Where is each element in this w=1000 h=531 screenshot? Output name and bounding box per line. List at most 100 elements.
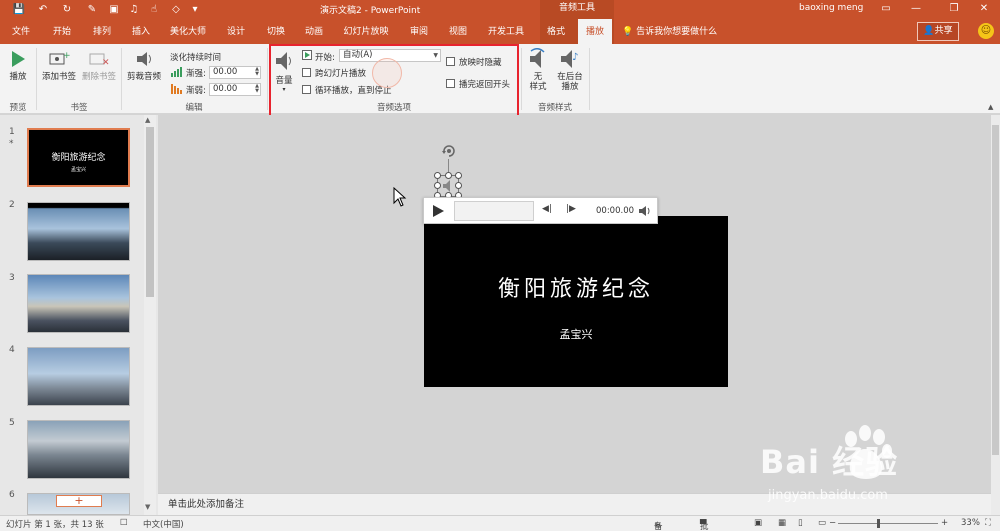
slide-thumbnail-1[interactable]: 衡阳旅游纪念 孟宝兴 bbox=[27, 128, 130, 187]
group-separator bbox=[267, 48, 268, 110]
tab-format[interactable]: 格式 bbox=[541, 19, 571, 44]
scrollbar-thumb[interactable] bbox=[992, 125, 999, 455]
resize-handle[interactable] bbox=[434, 172, 441, 179]
fit-slide-icon[interactable]: ⛶ bbox=[985, 518, 991, 528]
slide-number: 6 bbox=[9, 490, 15, 500]
notes-label: 备注 bbox=[654, 522, 663, 531]
player-play-icon[interactable] bbox=[430, 203, 446, 219]
comments-label: 批注 bbox=[700, 522, 709, 531]
tab-design[interactable]: 设计 bbox=[221, 19, 251, 44]
trim-audio-button[interactable]: 剪裁音频 bbox=[124, 50, 164, 82]
audio-tools-label: 音频工具 bbox=[540, 0, 614, 19]
scroll-down-icon[interactable]: ▼ bbox=[145, 503, 150, 511]
scroll-up-icon[interactable]: ▲ bbox=[145, 116, 150, 124]
reading-view-icon[interactable]: ▯ bbox=[798, 518, 803, 528]
audio-progress-track[interactable] bbox=[454, 201, 534, 221]
shape-icon[interactable]: ◇ bbox=[169, 2, 183, 17]
group-separator bbox=[589, 48, 590, 110]
tab-insert[interactable]: 插入 bbox=[126, 19, 156, 44]
slide-sorter-icon[interactable]: ▦ bbox=[778, 518, 786, 528]
notes-placeholder: 单击此处添加备注 bbox=[168, 499, 245, 510]
fade-out-spinner[interactable]: 00.00 ▲ ▼ bbox=[209, 83, 261, 96]
zoom-in-icon[interactable]: + bbox=[941, 518, 948, 528]
skip-forward-icon[interactable]: |▶ bbox=[566, 204, 576, 214]
zoom-slider[interactable] bbox=[838, 523, 938, 524]
slide-number: 1 bbox=[9, 127, 15, 137]
tab-file[interactable]: 文件 bbox=[6, 19, 36, 44]
slideshow-icon[interactable]: ▣ bbox=[107, 2, 121, 17]
tab-home[interactable]: 开始 bbox=[47, 19, 77, 44]
no-style-icon bbox=[530, 48, 545, 68]
tab-playback[interactable]: 播放 bbox=[578, 19, 612, 44]
slide-subtitle[interactable]: 孟宝兴 bbox=[424, 326, 728, 342]
zoom-slider-knob[interactable] bbox=[877, 519, 880, 528]
title-bar: 💾 ↶ ↻ ✎ ▣ ♫ ☝ ◇ ▾ 演示文稿2 - PowerPoint 音频工… bbox=[0, 0, 1000, 19]
user-name[interactable]: baoxing meng bbox=[799, 3, 863, 13]
feedback-smiley-icon[interactable]: ☺ bbox=[978, 23, 994, 39]
tell-me-text: 告诉我你想要做什么 bbox=[636, 27, 718, 37]
resize-handle[interactable] bbox=[434, 182, 441, 189]
resize-handle[interactable] bbox=[455, 172, 462, 179]
spellcheck-icon[interactable]: ☐ bbox=[120, 518, 128, 528]
spinner-arrows-icon[interactable]: ▲ ▼ bbox=[255, 67, 259, 77]
player-time: 00:00.00 bbox=[596, 206, 635, 216]
edit-area-scrollbar[interactable] bbox=[991, 115, 1000, 515]
tab-view[interactable]: 视图 bbox=[443, 19, 473, 44]
slide-thumbnail-4[interactable] bbox=[27, 347, 130, 406]
slide-thumbnail-5[interactable] bbox=[27, 420, 130, 479]
slideshow-view-icon[interactable]: ▭ bbox=[818, 518, 826, 528]
new-slide-plus-icon[interactable]: + bbox=[56, 495, 102, 507]
tab-beautify[interactable]: 美化大师 bbox=[165, 19, 211, 44]
resize-handle[interactable] bbox=[445, 172, 452, 179]
slide-title[interactable]: 衡阳旅游纪念 bbox=[424, 271, 728, 303]
watermark-brand: Bai 经验 bbox=[760, 443, 899, 481]
format-painter-icon[interactable]: ✎ bbox=[85, 2, 99, 17]
remove-bookmark-button[interactable]: ✕ 删除书签 bbox=[80, 50, 118, 82]
zoom-level[interactable]: 33% bbox=[961, 518, 980, 528]
tab-developer[interactable]: 开发工具 bbox=[483, 19, 529, 44]
normal-view-icon[interactable]: ▣ bbox=[754, 518, 762, 528]
person-icon: 👤 bbox=[923, 26, 935, 36]
current-slide[interactable]: 衡阳旅游纪念 孟宝兴 bbox=[424, 216, 728, 387]
add-bookmark-button[interactable]: + 添加书签 bbox=[40, 50, 78, 82]
share-button[interactable]: 👤共享 bbox=[917, 22, 959, 41]
language-indicator[interactable]: 中文(中国) bbox=[143, 518, 184, 530]
rotate-handle-icon[interactable] bbox=[441, 143, 457, 159]
undo-icon[interactable]: ↶ bbox=[36, 2, 50, 17]
svg-text:+: + bbox=[63, 51, 70, 61]
tab-animations[interactable]: 动画 bbox=[299, 19, 329, 44]
slide-thumbnail-2[interactable] bbox=[27, 202, 130, 261]
ribbon-display-icon[interactable]: ▭ bbox=[872, 1, 900, 18]
restore-icon[interactable]: ❐ bbox=[940, 1, 968, 18]
audio-icon[interactable]: ♫ bbox=[127, 2, 141, 17]
touch-icon[interactable]: ☝ bbox=[147, 2, 161, 17]
collapse-ribbon-icon[interactable]: ▲ bbox=[988, 103, 993, 111]
tab-transitions[interactable]: 切换 bbox=[261, 19, 291, 44]
tab-review[interactable]: 审阅 bbox=[404, 19, 434, 44]
resize-handle[interactable] bbox=[455, 182, 462, 189]
scrollbar-thumb[interactable] bbox=[146, 127, 154, 297]
fade-in-spinner[interactable]: 00.00 ▲ ▼ bbox=[209, 66, 261, 79]
fade-in-value: 00.00 bbox=[213, 67, 238, 77]
play-button[interactable]: 播放 bbox=[5, 50, 31, 82]
skip-back-icon[interactable]: ◀| bbox=[542, 204, 552, 214]
spinner-arrows-icon[interactable]: ▲ ▼ bbox=[255, 84, 259, 94]
close-icon[interactable]: ✕ bbox=[970, 1, 998, 18]
tab-slideshow[interactable]: 幻灯片放映 bbox=[337, 19, 395, 44]
player-volume-icon[interactable] bbox=[638, 205, 652, 217]
minimize-icon[interactable]: — bbox=[902, 1, 930, 18]
customize-qat-icon[interactable]: ▾ bbox=[188, 2, 202, 17]
save-icon[interactable]: 💾 bbox=[12, 2, 26, 17]
play-label: 播放 bbox=[9, 72, 27, 82]
play-in-background-button[interactable]: ♪ 在后台 播放 bbox=[553, 48, 587, 92]
zoom-out-icon[interactable]: − bbox=[829, 518, 836, 528]
thumb-title: 衡阳旅游纪念 bbox=[51, 153, 106, 163]
redo-icon[interactable]: ↻ bbox=[60, 2, 74, 17]
slide-thumbnail-6[interactable]: + bbox=[27, 493, 130, 515]
play-in-background-label-1: 在后台 bbox=[557, 72, 583, 82]
tell-me-search[interactable]: 💡 告诉我你想要做什么 bbox=[622, 19, 717, 44]
no-style-button[interactable]: 无 样式 bbox=[525, 48, 551, 92]
thumbnail-scrollbar[interactable]: ▲ ▼ bbox=[144, 115, 156, 515]
tab-arrange[interactable]: 排列 bbox=[87, 19, 117, 44]
slide-thumbnail-3[interactable] bbox=[27, 274, 130, 333]
